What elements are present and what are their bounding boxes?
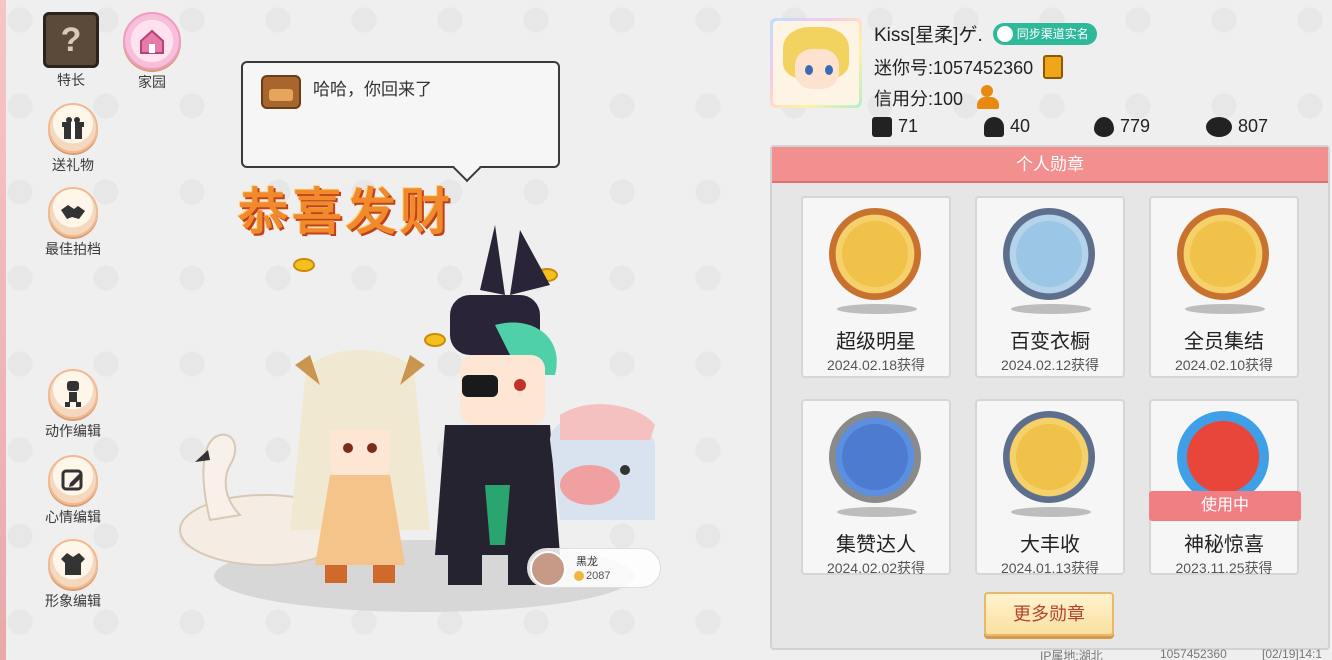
coin-icon xyxy=(574,571,584,581)
likes-count: 807 xyxy=(1238,116,1269,136)
likes-stat[interactable]: 807 xyxy=(1206,116,1268,137)
medal-squirrel-icon xyxy=(1177,208,1269,300)
action-edit-label: 动作编辑 xyxy=(45,423,101,439)
medal-date: 2023.11.25获得 xyxy=(1175,560,1273,576)
fans-stat[interactable]: 40 xyxy=(984,116,1030,137)
medal-date: 2024.01.13获得 xyxy=(1000,560,1100,576)
left-edge-strip xyxy=(0,0,6,660)
home-label: 家园 xyxy=(138,74,166,90)
handshake-icon xyxy=(48,187,98,237)
verify-badge-label: 同步渠道实名 xyxy=(1016,27,1089,41)
medal-card[interactable]: 使用中 神秘惊喜 2023.11.25获得 xyxy=(1149,399,1301,576)
best-partner-label: 最佳拍档 xyxy=(45,241,101,257)
coin-icon xyxy=(293,258,315,272)
medal-harvest-icon xyxy=(1003,411,1095,503)
medal-date: 2024.02.12获得 xyxy=(1000,357,1100,373)
mini-id: 迷你号:1057452360 xyxy=(874,58,1034,78)
medal-card[interactable]: 全员集结 2024.02.10获得 xyxy=(1149,196,1299,378)
fans-count: 40 xyxy=(1010,116,1031,136)
best-partner-button[interactable]: 最佳拍档 xyxy=(37,187,109,259)
mood-edit-button[interactable]: 心情编辑 xyxy=(37,455,109,527)
question-block-icon: ? xyxy=(43,12,99,68)
pet-avatar xyxy=(530,551,566,587)
medal-date: 2024.02.02获得 xyxy=(826,560,926,576)
footer-date: [02/19]14:1 xyxy=(1262,647,1323,660)
medal-name: 百变衣橱 xyxy=(1010,331,1090,353)
credit-user-icon[interactable] xyxy=(975,85,1001,111)
action-edit-button[interactable]: 动作编辑 xyxy=(37,369,109,441)
talent-label: 特长 xyxy=(57,72,85,88)
medal-panel: 个人勋章 超级明星 2024.02.18获得 百变衣橱 2024.02.12获得… xyxy=(770,145,1330,650)
talent-button[interactable]: ? 特长 xyxy=(35,12,107,90)
pet-info-tag[interactable]: 黑龙 2087 xyxy=(527,548,661,588)
speech-text: 哈哈，你回来了 xyxy=(313,80,432,99)
credit-score: 信用分:100 xyxy=(874,89,964,109)
medal-card[interactable]: 百变衣橱 2024.02.12获得 xyxy=(975,196,1125,378)
medal-date: 2024.02.10获得 xyxy=(1174,357,1274,373)
ip-location: IP属地:湖北 xyxy=(1040,649,1103,660)
in-use-badge: 使用中 xyxy=(1149,491,1301,521)
medal-name: 大丰收 xyxy=(1020,534,1080,556)
verify-badge[interactable]: 同步渠道实名 xyxy=(992,22,1097,45)
gift-icon xyxy=(48,103,98,153)
hot-count: 779 xyxy=(1120,116,1151,136)
outfit-icon xyxy=(48,539,98,589)
footer-id: 1057452360 xyxy=(1160,647,1227,660)
npc-avatar-icon xyxy=(261,75,301,109)
medal-name: 全员集结 xyxy=(1184,331,1264,353)
medal-bear-icon xyxy=(829,208,921,300)
profile-avatar[interactable] xyxy=(770,18,862,108)
friends-count: 71 xyxy=(898,116,919,136)
stats-row: 71 40 779 807 xyxy=(872,116,1292,142)
add-friend-icon xyxy=(872,116,892,137)
pet-value: 2087 xyxy=(586,570,611,582)
medal-name: 超级明星 xyxy=(836,331,916,353)
friends-stat[interactable]: 71 xyxy=(872,116,918,137)
robot-pose-icon xyxy=(48,369,98,419)
medal-date: 2024.02.18获得 xyxy=(826,357,926,373)
flame-icon xyxy=(1094,116,1114,137)
medal-thumbs-up-icon xyxy=(829,411,921,503)
heart-hands-icon xyxy=(1206,116,1232,137)
gift-label: 送礼物 xyxy=(52,157,94,173)
mood-edit-label: 心情编辑 xyxy=(45,509,101,525)
elephant-pet xyxy=(550,404,655,520)
medal-name: 神秘惊喜 xyxy=(1184,534,1264,556)
look-edit-label: 形象编辑 xyxy=(45,593,101,609)
medal-gift-box-icon xyxy=(1177,411,1269,503)
edit-pencil-icon xyxy=(48,455,98,505)
gift-button[interactable]: 送礼物 xyxy=(37,103,109,175)
verified-user-icon xyxy=(996,25,1013,42)
pet-name: 黑龙 xyxy=(576,556,598,568)
profile-name-row: Kiss[星柔]ゲ. 同步渠道实名 xyxy=(874,20,1097,47)
home-button[interactable]: 家园 xyxy=(116,12,188,92)
medal-wardrobe-icon xyxy=(1003,208,1095,300)
medal-card[interactable]: 集赞达人 2024.02.02获得 xyxy=(801,399,951,576)
mini-id-row: 迷你号:1057452360 xyxy=(874,54,1064,80)
profile-name: Kiss[星柔]ゲ. xyxy=(874,25,983,46)
copy-icon[interactable] xyxy=(1043,55,1064,79)
npc-speech-bubble: 哈哈，你回来了 xyxy=(241,61,560,168)
credit-row: 信用分:100 xyxy=(874,85,1001,111)
look-edit-button[interactable]: 形象编辑 xyxy=(37,539,109,611)
house-icon xyxy=(123,12,181,70)
medal-panel-title: 个人勋章 xyxy=(772,147,1328,183)
hot-stat[interactable]: 779 xyxy=(1094,116,1150,137)
medal-name: 集赞达人 xyxy=(836,534,916,556)
medal-card[interactable]: 大丰收 2024.01.13获得 xyxy=(975,399,1125,576)
medal-card[interactable]: 超级明星 2024.02.18获得 xyxy=(801,196,951,378)
more-medals-button[interactable]: 更多勋章 xyxy=(984,592,1114,636)
fans-icon xyxy=(984,116,1004,137)
